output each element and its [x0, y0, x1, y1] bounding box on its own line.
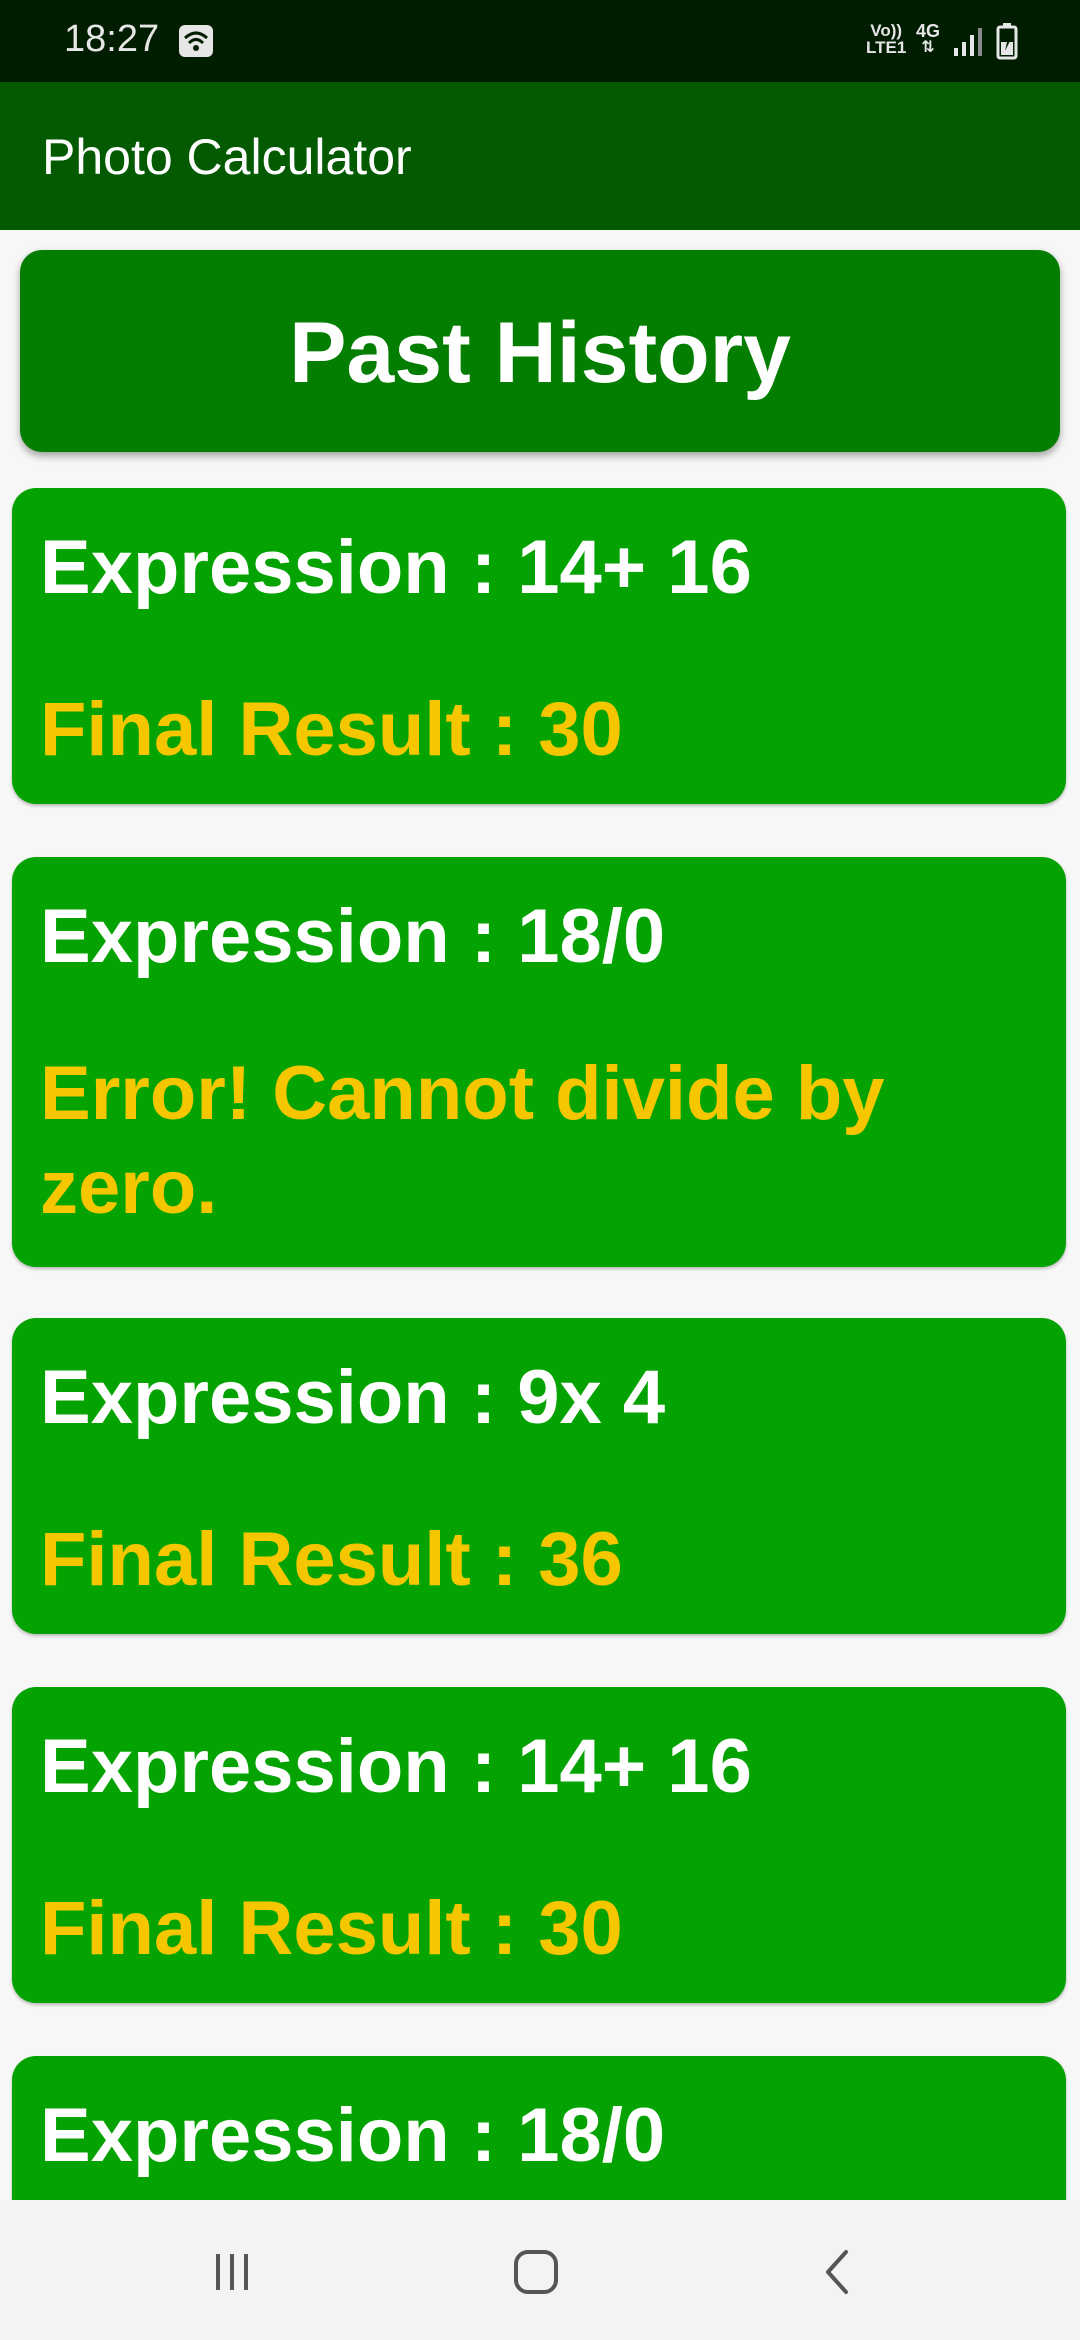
- result-text: Final Result : 30: [40, 687, 623, 772]
- expression-text: Expression : 9x 4: [40, 1355, 666, 1440]
- status-bar: 18:27 Vo)) LTE1 4G ⇅: [0, 0, 1080, 82]
- past-history-header: Past History: [20, 250, 1060, 452]
- history-card[interactable]: Expression : 14+ 16 Final Result : 30: [12, 488, 1066, 804]
- network-indicator: 4G ⇅: [916, 22, 940, 56]
- past-history-title: Past History: [289, 304, 791, 401]
- network-type: 4G: [916, 21, 941, 41]
- result-text: Final Result : 30: [40, 1886, 623, 1971]
- volte-line1: Vo)): [870, 21, 903, 40]
- status-time: 18:27: [64, 18, 160, 60]
- history-card[interactable]: Expression : 14+ 16 Final Result : 30: [12, 1687, 1066, 2003]
- app-title: Photo Calculator: [42, 129, 412, 185]
- recent-apps-icon[interactable]: [200, 2240, 264, 2304]
- expression-text: Expression : 18/0: [40, 894, 666, 979]
- expression-text: Expression : 14+ 16: [40, 525, 752, 610]
- back-icon[interactable]: [806, 2240, 870, 2304]
- app-bar: Photo Calculator: [0, 82, 1080, 230]
- expression-text: Expression : 14+ 16: [40, 1724, 752, 1809]
- navigation-bar: [0, 2200, 1080, 2340]
- battery-charging-icon: [996, 23, 1018, 60]
- wifi-icon: [179, 25, 213, 57]
- history-list[interactable]: Past History Expression : 14+ 16 Final R…: [0, 230, 1080, 2200]
- history-card[interactable]: Expression : 18/0: [12, 2056, 1066, 2200]
- result-text: Final Result : 36: [40, 1517, 623, 1602]
- history-card[interactable]: Expression : 9x 4 Final Result : 36: [12, 1318, 1066, 1634]
- volte-line2: LTE1: [866, 38, 907, 57]
- expression-text: Expression : 18/0: [40, 2093, 666, 2178]
- history-card[interactable]: Expression : 18/0 Error! Cannot divide b…: [12, 857, 1066, 1267]
- error-text: Error! Cannot divide by zero.: [40, 1051, 885, 1230]
- data-arrows-icon: ⇅: [921, 39, 935, 56]
- home-icon[interactable]: [504, 2240, 568, 2304]
- volte-indicator: Vo)) LTE1: [866, 22, 906, 56]
- signal-icon: [954, 28, 982, 56]
